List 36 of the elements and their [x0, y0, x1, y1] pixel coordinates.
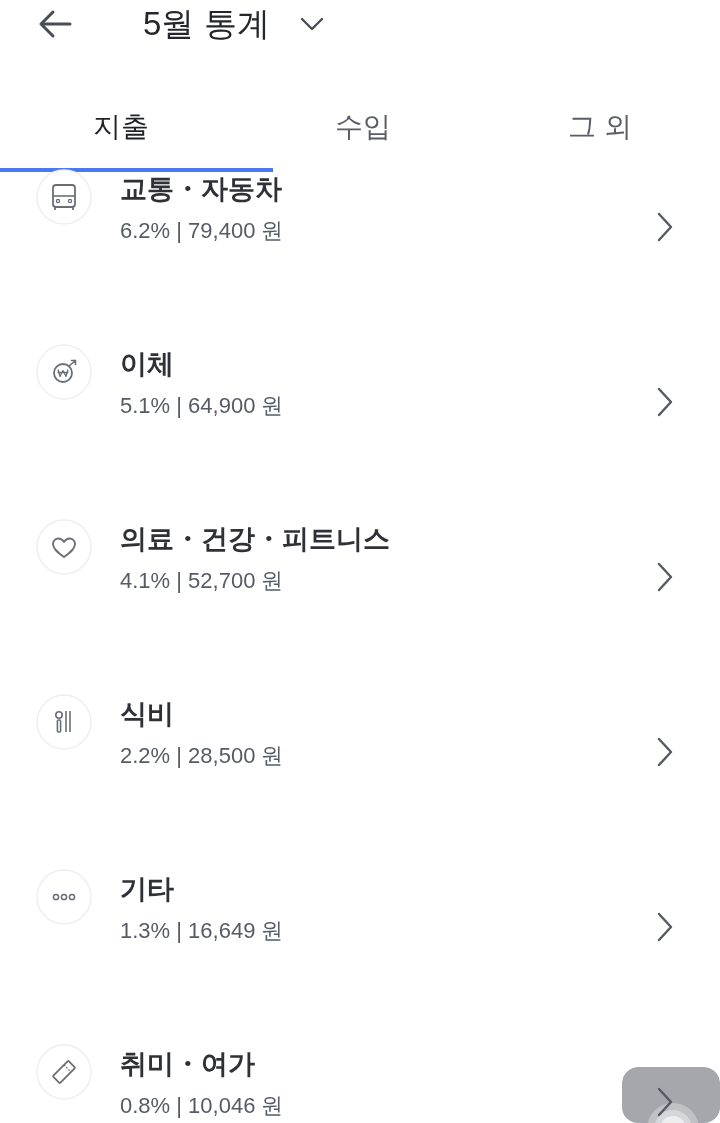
category-row[interactable]: 이체 5.1% | 64,900 원 [0, 347, 720, 421]
chevron-right-icon [656, 212, 674, 242]
category-name: 기타 [120, 873, 175, 906]
chevron-right-icon [656, 387, 674, 417]
back-button[interactable] [38, 9, 72, 39]
chevron-right-icon [656, 562, 674, 592]
category-row[interactable]: 식비 2.2% | 28,500 원 [0, 697, 720, 771]
category-amount: 1.3% | 16,649 원 [120, 917, 284, 945]
month-dropdown-button[interactable] [299, 17, 324, 31]
category-amount: 0.8% | 10,046 원 [120, 1092, 284, 1120]
category-name: 교통・자동차 [120, 173, 283, 206]
category-row[interactable]: 교통・자동차 6.2% | 79,400 원 [0, 172, 720, 246]
tab[interactable]: 그 외 [452, 93, 720, 172]
category-name: 의료・건강・피트니스 [120, 523, 390, 556]
back-arrow-icon [38, 9, 72, 39]
chevron-right-icon [656, 912, 674, 942]
category-row[interactable]: 의료・건강・피트니스 4.1% | 52,700 원 [0, 522, 720, 596]
chevron-right-icon [656, 737, 674, 767]
category-amount: 5.1% | 64,900 원 [120, 392, 284, 420]
spoon-fork-icon [36, 694, 92, 750]
category-row[interactable]: 기타 1.3% | 16,649 원 [0, 872, 720, 946]
chevron-right-icon [656, 1087, 674, 1117]
category-name: 식비 [120, 698, 175, 731]
category-name: 이체 [120, 348, 175, 381]
category-amount: 2.2% | 28,500 원 [120, 742, 284, 770]
chevron-down-icon [299, 17, 324, 31]
page-title: 5월 통계 [143, 4, 270, 44]
floating-menu[interactable] [622, 1067, 720, 1123]
category-row[interactable]: 취미・여가 0.8% | 10,046 원 [0, 1047, 720, 1121]
ticket-icon [36, 1044, 92, 1100]
category-amount: 4.1% | 52,700 원 [120, 567, 285, 595]
category-name: 취미・여가 [120, 1048, 256, 1081]
category-amount: 6.2% | 79,400 원 [120, 217, 284, 245]
tab[interactable]: 수입 [272, 93, 453, 172]
bus-icon [36, 169, 92, 225]
more-dots-icon [36, 869, 92, 925]
